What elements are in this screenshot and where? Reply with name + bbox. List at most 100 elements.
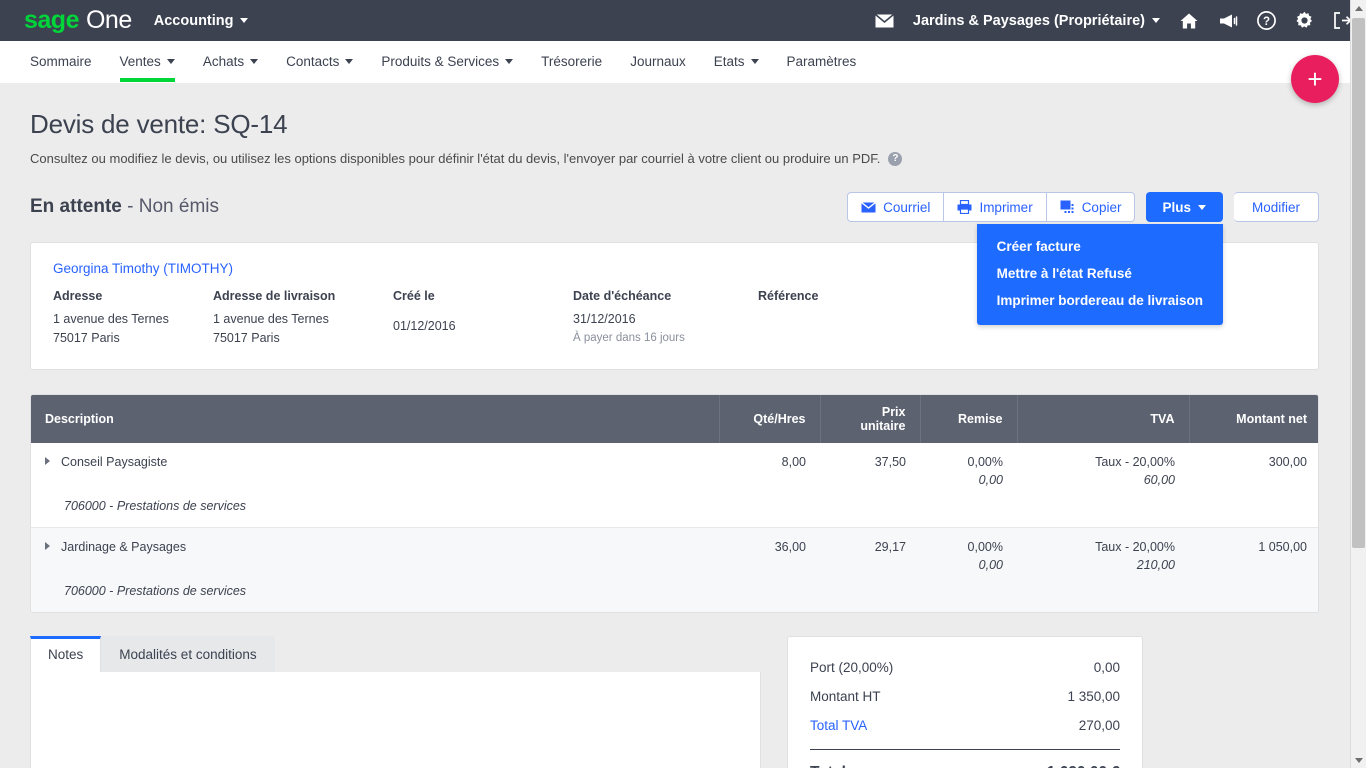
more-button-label: Plus — [1162, 200, 1191, 215]
tab-terms-conditions[interactable]: Modalités et conditions — [101, 636, 274, 672]
table-row[interactable]: Jardinage & Paysages 36,00 29,17 0,00% 0… — [31, 528, 1319, 575]
nav-item-etats[interactable]: Etats — [700, 41, 773, 82]
notes-textarea[interactable] — [30, 672, 761, 768]
more-button[interactable]: Plus — [1146, 192, 1223, 222]
vat-value: 270,00 — [1079, 718, 1120, 733]
menu-item-print-delivery-note[interactable]: Imprimer bordereau de livraison — [977, 287, 1223, 314]
bottom-section: Notes Modalités et conditions Port (20,0… — [30, 636, 1319, 768]
chevron-down-icon — [167, 59, 175, 64]
nav-item-contacts[interactable]: Contacts — [272, 41, 367, 82]
page-subtitle: Consultez ou modifiez le devis, ou utili… — [30, 151, 880, 166]
totals-row-vat: Total TVA 270,00 — [810, 711, 1120, 740]
expand-row-icon[interactable] — [45, 542, 50, 550]
app-root: sage One Accounting Jardins & Paysages (… — [0, 0, 1366, 768]
column-header-qty: Qté/Hres — [719, 395, 820, 443]
grand-total-value: 1 620,00 € — [1047, 764, 1120, 768]
nav-label: Sommaire — [30, 54, 92, 69]
due-date-label: Date d'échéance — [573, 287, 758, 306]
totals-panel: Port (20,00%) 0,00 Montant HT 1 350,00 T… — [787, 636, 1143, 768]
grand-total-label: Total — [810, 764, 846, 768]
line-tva-cell: Taux - 20,00% 210,00 — [1017, 528, 1189, 575]
billing-address-block: Adresse 1 avenue des Ternes 75017 Paris — [53, 287, 213, 347]
plus-icon: + — [1307, 66, 1322, 92]
line-discount-pct: 0,00% — [968, 455, 1003, 469]
delivery-address-block: Adresse de livraison 1 avenue des Ternes… — [213, 287, 393, 347]
gear-icon[interactable] — [1295, 11, 1314, 30]
nav-label: Ventes — [120, 54, 161, 69]
nav-item-sommaire[interactable]: Sommaire — [24, 41, 106, 82]
top-bar: sage One Accounting Jardins & Paysages (… — [0, 0, 1366, 41]
line-discount-amount: 0,00 — [934, 473, 1003, 487]
notes-tabs: Notes Modalités et conditions — [30, 636, 761, 672]
line-tax-amount: 60,00 — [1031, 473, 1175, 487]
nav-item-ventes[interactable]: Ventes — [106, 41, 189, 82]
status-action-row: En attente - Non émis Courriel Imprimer … — [30, 192, 1319, 222]
nav-item-journaux[interactable]: Journaux — [616, 41, 700, 82]
line-description: Jardinage & Paysages — [61, 540, 186, 554]
line-tva-cell: Taux - 20,00% 60,00 — [1017, 443, 1189, 489]
line-account: 706000 - Prestations de services — [31, 489, 1319, 528]
chevron-down-icon — [240, 18, 248, 23]
nav-label: Produits & Services — [381, 54, 499, 69]
add-new-button[interactable]: + — [1291, 55, 1339, 103]
nav-item-tresorerie[interactable]: Trésorerie — [527, 41, 616, 82]
page-subtitle-row: Consultez ou modifiez le devis, ou utili… — [30, 151, 1319, 166]
home-icon[interactable] — [1179, 12, 1199, 30]
vat-label[interactable]: Total TVA — [810, 718, 867, 733]
line-unit-price: 37,50 — [820, 443, 920, 489]
print-button-label: Imprimer — [979, 200, 1032, 215]
nav-item-produits-services[interactable]: Produits & Services — [367, 41, 527, 82]
help-icon[interactable]: ? — [888, 152, 902, 166]
company-switcher[interactable]: Jardins & Paysages (Propriétaire) — [913, 13, 1160, 29]
email-button[interactable]: Courriel — [847, 192, 944, 222]
edit-button-label: Modifier — [1252, 200, 1300, 215]
company-name: Jardins & Paysages (Propriétaire) — [913, 13, 1145, 29]
menu-item-set-refused[interactable]: Mettre à l'état Refusé — [977, 260, 1223, 287]
scroll-up-arrow[interactable] — [1351, 0, 1366, 16]
notes-panel: Notes Modalités et conditions — [30, 636, 761, 768]
printer-icon — [957, 200, 972, 214]
nav-label: Trésorerie — [541, 54, 602, 69]
line-description-cell: Jardinage & Paysages — [31, 528, 719, 575]
megaphone-icon[interactable] — [1218, 13, 1238, 29]
nav-item-parametres[interactable]: Paramètres — [773, 41, 871, 82]
delivery-address-line2: 75017 Paris — [213, 329, 393, 348]
page-scrollbar[interactable] — [1350, 0, 1366, 768]
copy-button[interactable]: Copier — [1047, 192, 1136, 222]
scroll-down-arrow[interactable] — [1351, 752, 1366, 768]
column-header-unit-price: Prix unitaire — [820, 395, 920, 443]
delivery-address-line1: 1 avenue des Ternes — [213, 310, 393, 329]
totals-row-carriage: Port (20,00%) 0,00 — [810, 653, 1120, 682]
column-header-discount: Remise — [920, 395, 1017, 443]
billing-address-line1: 1 avenue des Ternes — [53, 310, 213, 329]
chevron-down-icon — [250, 59, 258, 64]
nav-label: Achats — [203, 54, 244, 69]
table-row[interactable]: Conseil Paysagiste 8,00 37,50 0,00% 0,00… — [31, 443, 1319, 489]
edit-button[interactable]: Modifier — [1234, 192, 1319, 222]
more-menu: Créer facture Mettre à l'état Refusé Imp… — [977, 224, 1223, 325]
line-discount-amount: 0,00 — [934, 558, 1003, 572]
line-qty: 8,00 — [719, 443, 820, 489]
due-date-block: Date d'échéance 31/12/2016 À payer dans … — [573, 287, 758, 347]
print-button[interactable]: Imprimer — [944, 192, 1046, 222]
page-content: Devis de vente: SQ-14 Consultez ou modif… — [0, 109, 1366, 768]
totals-row-grand: Total 1 620,00 € — [810, 749, 1120, 768]
envelope-icon[interactable] — [875, 14, 894, 28]
help-icon[interactable]: ? — [1257, 11, 1276, 30]
line-discount-pct: 0,00% — [968, 540, 1003, 554]
tab-notes[interactable]: Notes — [30, 636, 101, 672]
sage-one-logo[interactable]: sage One — [24, 6, 132, 35]
scrollbar-thumb[interactable] — [1352, 18, 1365, 548]
nav-item-achats[interactable]: Achats — [189, 41, 272, 82]
menu-item-create-invoice[interactable]: Créer facture — [977, 233, 1223, 260]
line-discount-cell: 0,00% 0,00 — [920, 443, 1017, 489]
expand-row-icon[interactable] — [45, 457, 50, 465]
line-tax-rate: Taux - 20,00% — [1095, 455, 1175, 469]
app-switcher[interactable]: Accounting — [154, 13, 248, 29]
main-nav: Sommaire Ventes Achats Contacts Produits… — [0, 41, 1366, 83]
line-unit-price: 29,17 — [820, 528, 920, 575]
net-value: 1 350,00 — [1067, 689, 1120, 704]
chevron-down-icon — [1198, 205, 1206, 210]
column-header-description: Description — [31, 395, 719, 443]
column-header-net-amount: Montant net — [1189, 395, 1319, 443]
